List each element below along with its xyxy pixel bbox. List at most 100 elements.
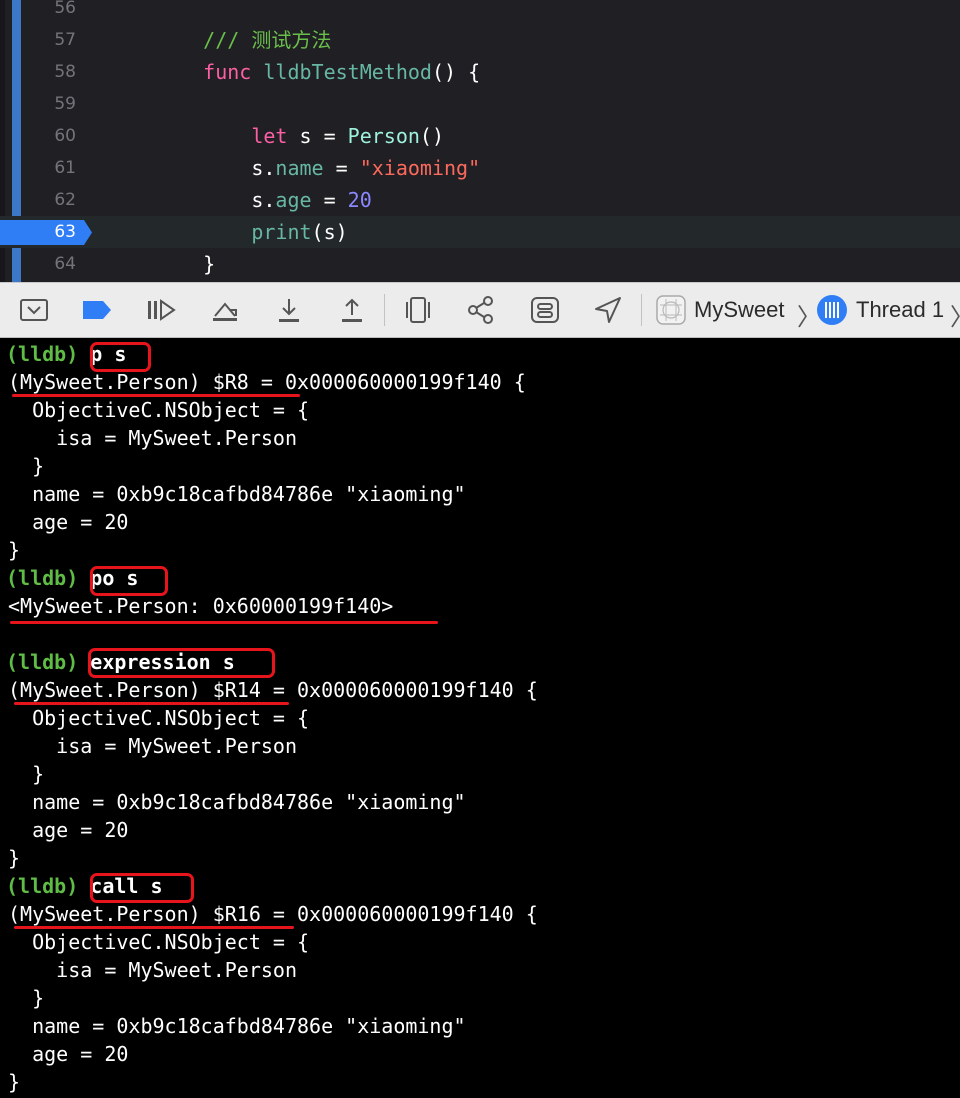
code-token: = — [323, 156, 360, 180]
continue-button[interactable] — [144, 293, 178, 327]
debug-toolbar: MySweet 〉 Thread 1 〉 — [0, 282, 960, 338]
code-token: "xiaoming" — [359, 156, 481, 180]
lldb-prompt: (lldb) — [6, 342, 79, 366]
code-token: s. — [155, 156, 276, 180]
code-text: } — [155, 248, 215, 280]
code-text: s.age = 20 — [155, 184, 372, 216]
console-output-line: } — [8, 846, 21, 870]
code-token: Person — [347, 124, 420, 148]
lldb-prompt: (lldb) — [6, 874, 79, 898]
step-into-button[interactable] — [272, 293, 306, 327]
line-number: 63 — [54, 222, 76, 242]
lldb-prompt: (lldb) — [6, 650, 79, 674]
code-token: = — [311, 188, 348, 212]
thread-breadcrumb[interactable]: Thread 1 — [816, 293, 944, 327]
code-token: (s) — [311, 220, 348, 244]
line-number: 64 — [54, 254, 76, 274]
current-code-line[interactable]: 63 print(s) — [0, 216, 960, 248]
console-output-line: ObjectiveC.NSObject = { — [8, 398, 310, 422]
annotation-circle-p — [90, 342, 151, 372]
code-token: s. — [155, 188, 276, 212]
code-editor[interactable]: 56 57 /// 测试方法 58 func lldbTestMethod() {5… — [0, 0, 960, 282]
process-name: MySweet — [694, 297, 785, 322]
annotation-circle-expression — [88, 648, 275, 678]
console-output-line: (MySweet.Person) $R8 = 0x000060000199f14… — [8, 370, 526, 394]
code-token: age — [275, 188, 312, 212]
continue-icon — [148, 299, 176, 321]
annotation-underline — [14, 702, 289, 705]
console-output-line: } — [8, 986, 45, 1010]
simulate-location-button[interactable] — [591, 293, 625, 327]
console-output-line: age = 20 — [8, 1042, 129, 1066]
thread-icon — [816, 294, 848, 326]
code-token: print — [251, 220, 312, 244]
step-over-button[interactable] — [208, 293, 242, 327]
console-output-line: ObjectiveC.NSObject = { — [8, 706, 310, 730]
app-icon — [656, 295, 686, 325]
view-hierarchy-button[interactable] — [401, 293, 435, 327]
hide-debug-area-button[interactable] — [17, 293, 51, 327]
annotation-underline — [12, 394, 300, 397]
environment-overrides-icon — [531, 297, 559, 323]
location-icon — [595, 297, 621, 323]
annotation-circle-call — [90, 873, 194, 903]
code-line[interactable]: 62 s.age = 20 — [0, 184, 960, 216]
console-output-line: name = 0xb9c18cafbd84786e "xiaoming" — [8, 790, 466, 814]
line-number: 58 — [54, 62, 76, 82]
console-output-line: isa = MySweet.Person — [8, 426, 297, 450]
annotation-underline — [14, 926, 294, 929]
environment-overrides-button[interactable] — [528, 293, 562, 327]
line-number: 57 — [54, 30, 76, 50]
lldb-console[interactable]: (lldb) p s (MySweet.Person) $R8 = 0x00006… — [0, 338, 960, 1098]
code-token: s = — [287, 124, 348, 148]
step-out-icon — [342, 298, 362, 322]
process-breadcrumb[interactable]: MySweet — [656, 293, 784, 327]
view-hierarchy-icon — [406, 297, 430, 323]
step-over-icon — [213, 302, 237, 321]
code-line[interactable]: 58 func lldbTestMethod() { — [0, 56, 960, 88]
code-line[interactable]: 64 } — [0, 248, 960, 280]
console-output-line: isa = MySweet.Person — [8, 958, 297, 982]
code-text: let s = Person() — [155, 120, 444, 152]
toolbar-separator — [641, 294, 642, 326]
line-number: 62 — [54, 190, 76, 210]
code-token: /// 测试方法 — [203, 28, 332, 52]
console-output-line: name = 0xb9c18cafbd84786e "xiaoming" — [8, 482, 466, 506]
code-text: /// 测试方法 — [155, 24, 331, 56]
code-line[interactable]: 61 s.name = "xiaoming" — [0, 152, 960, 184]
line-number: 61 — [54, 158, 76, 178]
code-token: } — [155, 252, 216, 276]
toolbar-separator — [384, 294, 385, 326]
memory-graph-button[interactable] — [465, 293, 499, 327]
console-output-line: age = 20 — [8, 818, 129, 842]
code-line[interactable]: 60 let s = Person() — [0, 120, 960, 152]
step-out-button[interactable] — [335, 293, 369, 327]
console-output-line: ObjectiveC.NSObject = { — [8, 930, 310, 954]
console-output-line: (MySweet.Person) $R14 = 0x000060000199f1… — [8, 678, 538, 702]
console-output-line: } — [8, 538, 21, 562]
code-token: 20 — [347, 188, 372, 212]
step-into-icon — [279, 299, 299, 322]
console-output-line: age = 20 — [8, 510, 129, 534]
code-line[interactable]: 59 — [0, 88, 960, 120]
code-line[interactable]: 57 /// 测试方法 — [0, 24, 960, 56]
annotation-circle-po — [90, 566, 168, 596]
breakpoints-toggle-button[interactable] — [80, 293, 114, 327]
console-output-line: <MySweet.Person: 0x60000199f140> — [8, 594, 394, 618]
hide-debug-area-icon — [20, 299, 48, 321]
annotation-underline — [10, 621, 438, 624]
code-token: () { — [431, 60, 481, 84]
code-text: s.name = "xiaoming" — [155, 152, 480, 184]
code-token: name — [275, 156, 324, 180]
line-number: 59 — [54, 94, 76, 114]
code-line[interactable]: 56 — [0, 0, 960, 24]
line-number: 56 — [54, 0, 76, 18]
line-number: 60 — [54, 126, 76, 146]
lldb-prompt: (lldb) — [6, 566, 79, 590]
console-output-line: name = 0xb9c18cafbd84786e "xiaoming" — [8, 1014, 466, 1038]
breakpoint-icon — [83, 301, 111, 319]
